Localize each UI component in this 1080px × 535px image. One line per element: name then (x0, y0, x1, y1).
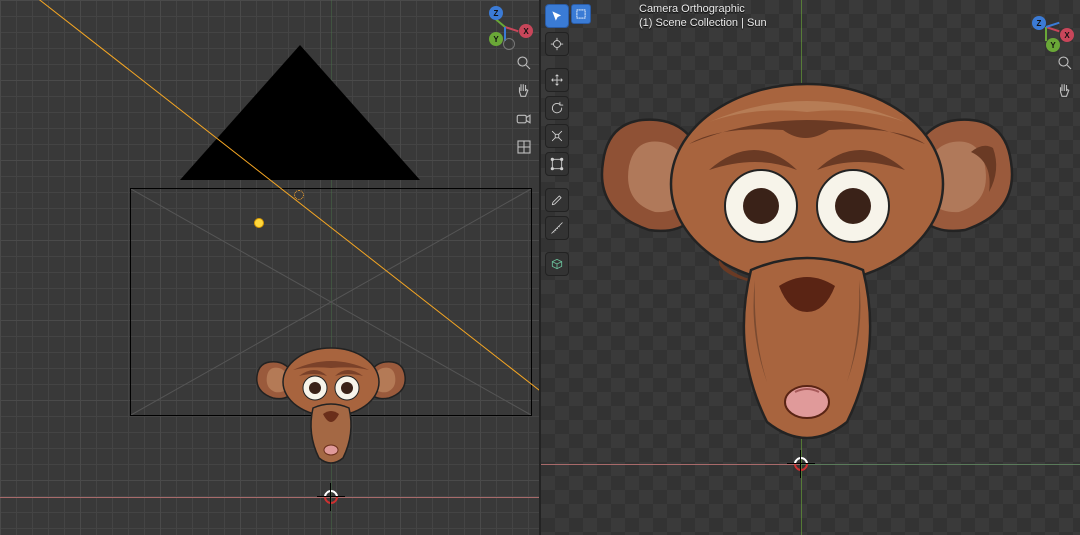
sun-core (294, 190, 304, 200)
axis-x-ball[interactable]: X (519, 24, 533, 38)
axis-z-ball[interactable]: Z (489, 6, 503, 20)
triangle-shape[interactable] (180, 45, 420, 180)
pan-icon[interactable] (1054, 80, 1076, 102)
measure-button[interactable] (545, 216, 569, 240)
toolbar-overlay-col (545, 4, 569, 276)
viewport-controls-left (513, 52, 535, 158)
zoom-icon[interactable] (1054, 52, 1076, 74)
select-box-button[interactable] (545, 4, 569, 28)
viewport-right[interactable]: Camera Orthographic (1) Scene Collection… (541, 0, 1080, 535)
suzanne-render (599, 62, 1015, 462)
transform-button[interactable] (545, 152, 569, 176)
rotate-button[interactable] (545, 96, 569, 120)
add-cube-button[interactable] (545, 252, 569, 276)
axis-x-ball[interactable]: X (1060, 28, 1074, 42)
move-button[interactable] (545, 68, 569, 92)
annotate-button[interactable] (545, 188, 569, 212)
camera-icon[interactable] (513, 108, 535, 130)
axis-y-ball[interactable]: Y (489, 32, 503, 46)
viewport-left[interactable]: Y Z X (0, 0, 541, 535)
axis-z-ball[interactable]: Z (1032, 16, 1046, 30)
pan-icon[interactable] (513, 80, 535, 102)
scale-button[interactable] (545, 124, 569, 148)
nav-gizmo[interactable]: Y Z X (489, 4, 535, 50)
cursor-button[interactable] (545, 32, 569, 56)
toolbar-select-col (571, 4, 591, 24)
axis-y-ball[interactable]: Y (1046, 38, 1060, 52)
viewport-controls-right (1054, 52, 1076, 102)
axis-neg-ball[interactable] (503, 38, 515, 50)
nav-gizmo-right[interactable]: X Y Z (1030, 4, 1076, 50)
sun-handle[interactable] (254, 218, 264, 228)
grid-icon[interactable] (513, 136, 535, 158)
viewport-header: Camera Orthographic (1) Scene Collection… (639, 2, 767, 30)
camera-type-label: Camera Orthographic (639, 2, 767, 16)
breadcrumb: (1) Scene Collection | Sun (639, 16, 767, 30)
zoom-icon[interactable] (513, 52, 535, 74)
select-mode-button[interactable] (571, 4, 591, 24)
sun-light[interactable] (290, 186, 308, 204)
suzanne-mesh[interactable] (253, 342, 409, 470)
